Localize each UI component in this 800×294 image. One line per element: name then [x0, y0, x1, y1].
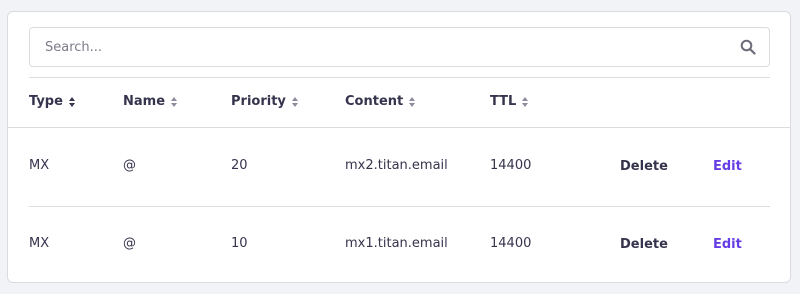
cell-name: @	[123, 158, 136, 173]
column-header-label: Name	[123, 94, 166, 109]
sort-icon	[291, 96, 298, 107]
header-divider	[8, 127, 790, 128]
cell-type: MX	[29, 236, 50, 251]
column-header-ttl[interactable]: TTL	[490, 94, 529, 109]
search-icon[interactable]	[740, 39, 756, 55]
delete-button[interactable]: Delete	[620, 159, 668, 174]
dns-records-card: Type Name Priority Content TTL MX @ 20 m…	[7, 11, 791, 283]
cell-content: mx1.titan.email	[345, 236, 448, 251]
column-header-label: Priority	[231, 94, 286, 109]
column-header-label: Content	[345, 94, 404, 109]
cell-ttl: 14400	[490, 236, 532, 251]
sort-icon	[171, 96, 178, 107]
column-header-label: TTL	[490, 94, 517, 109]
search-divider	[29, 77, 770, 78]
delete-button[interactable]: Delete	[620, 237, 668, 252]
row-divider	[29, 206, 770, 207]
column-header-content[interactable]: Content	[345, 94, 416, 109]
edit-button[interactable]: Edit	[713, 159, 742, 174]
cell-ttl: 14400	[490, 158, 532, 173]
cell-priority: 10	[231, 236, 248, 251]
cell-name: @	[123, 236, 136, 251]
sort-icon	[68, 96, 75, 107]
cell-priority: 20	[231, 158, 248, 173]
column-header-name[interactable]: Name	[123, 94, 178, 109]
sort-icon	[522, 96, 529, 107]
column-header-priority[interactable]: Priority	[231, 94, 298, 109]
column-header-label: Type	[29, 94, 63, 109]
search-input[interactable]	[30, 28, 769, 66]
sort-icon	[409, 96, 416, 107]
cell-type: MX	[29, 158, 50, 173]
cell-content: mx2.titan.email	[345, 158, 448, 173]
column-header-type[interactable]: Type	[29, 94, 75, 109]
search-box	[29, 27, 770, 67]
edit-button[interactable]: Edit	[713, 237, 742, 252]
